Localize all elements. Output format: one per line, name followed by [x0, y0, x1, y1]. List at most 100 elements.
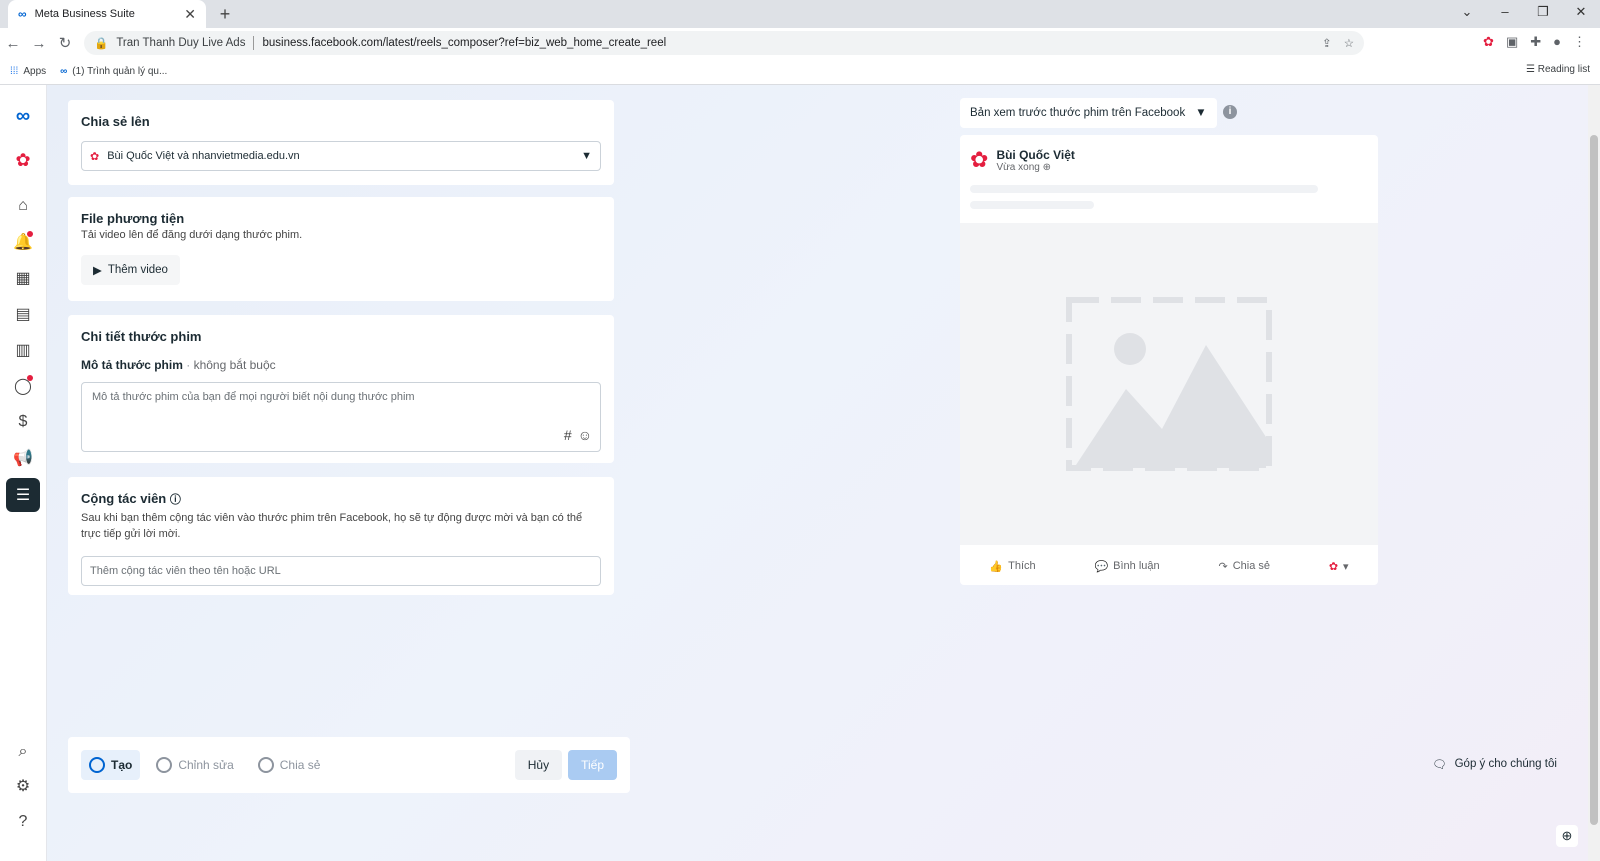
apps-grid-icon: ⁞⁞⁞	[10, 65, 19, 77]
extension-icon[interactable]: ✿	[1483, 34, 1494, 50]
url-text: business.facebook.com/latest/reels_compo…	[262, 37, 667, 49]
lock-icon: 🔒	[94, 38, 109, 50]
reel-details-card: Chi tiết thước phim Mô tả thước phim · k…	[68, 315, 614, 463]
preview-time: Vừa xong ⊕	[996, 161, 1051, 173]
ads-icon[interactable]: 📢	[10, 445, 36, 471]
media-file-card: File phương tiện Tải video lên để đăng d…	[68, 197, 614, 301]
optional-label: không bắt buộc	[193, 358, 276, 372]
profile-icon[interactable]: ●	[1553, 34, 1561, 50]
new-tab-button[interactable]: +	[214, 3, 236, 25]
monetization-icon[interactable]: $	[10, 409, 36, 435]
back-button[interactable]: ←	[0, 35, 26, 52]
page-avatar[interactable]: ✿	[10, 147, 36, 173]
share-arrow-icon: ↷	[1218, 560, 1228, 573]
all-tools-menu-icon[interactable]: ☰	[6, 478, 40, 512]
left-nav-rail: ∞ ✿ ⌂ 🔔 ▦ ▤ ▥ ◯ $ 📢 ☰ ⌕ ⚙ ?	[0, 85, 47, 861]
page-avatar-icon: ✿	[90, 150, 100, 163]
feedback-link[interactable]: 🗨 Góp ý cho chúng tôi	[1432, 757, 1557, 771]
puzzle-icon[interactable]: ✚	[1530, 34, 1541, 50]
reading-list[interactable]: ☰ Reading list	[1526, 64, 1590, 75]
preview-actions: 👍 Thích 💬 Bình luận ↷ Chia sẻ ✿ ▾	[960, 547, 1378, 585]
forward-button[interactable]: →	[26, 35, 52, 52]
browser-toolbar: ← → ↻ 🔒 Tran Thanh Duy Live Ads business…	[0, 28, 1600, 58]
comment-action: 💬 Bình luận	[1094, 560, 1160, 573]
scrollbar-thumb[interactable]	[1590, 135, 1598, 825]
inbox-icon[interactable]: ◯	[10, 373, 36, 399]
share-destination-select[interactable]: ✿ Bùi Quốc Việt và nhanvietmedia.edu.vn …	[81, 141, 601, 171]
reaction-avatar: ✿ ▾	[1328, 560, 1349, 573]
minimize-button[interactable]: –	[1486, 0, 1524, 24]
scrollbar[interactable]	[1588, 85, 1600, 861]
address-bar[interactable]: 🔒 Tran Thanh Duy Live Ads business.faceb…	[84, 31, 1364, 55]
browser-tab-bar: ∞ Meta Business Suite ✕ + ⌄ – ❐ ✕	[0, 0, 1600, 28]
meta-logo-icon: ∞	[60, 65, 68, 77]
media-placeholder	[960, 223, 1378, 545]
cancel-button[interactable]: Hủy	[514, 750, 563, 780]
tab-search-icon[interactable]: ⌄	[1448, 0, 1486, 24]
extension-c-icon[interactable]: ▣	[1506, 34, 1518, 50]
hashtag-icon[interactable]: #	[564, 427, 572, 443]
media-subtitle: Tải video lên để đăng dưới dạng thước ph…	[81, 229, 303, 241]
bookmark-ads-manager[interactable]: ∞ (1) Trình quản lý qu...	[60, 66, 167, 77]
search-icon[interactable]: ⌕	[10, 739, 36, 765]
collab-placeholder: Thêm cộng tác viên theo tên hoặc URL	[90, 565, 281, 577]
radio-icon	[257, 757, 274, 773]
collaborator-card: Cộng tác viên ⓘ Sau khi bạn thêm cộng tá…	[68, 477, 614, 595]
insights-icon[interactable]: ▥	[10, 337, 36, 363]
collaborator-input[interactable]: Thêm cộng tác viên theo tên hoặc URL	[81, 556, 601, 586]
add-video-button[interactable]: ▶ Thêm video	[81, 255, 180, 285]
step-buttons: Hủy Tiếp	[514, 750, 617, 780]
emoji-icon[interactable]: ☺	[578, 427, 592, 443]
facebook-reel-preview: ✿ Bùi Quốc Việt Vừa xong ⊕ 👍 Thích 💬 Bình …	[960, 135, 1378, 585]
collab-title: Cộng tác viên ⓘ	[81, 491, 181, 506]
home-icon[interactable]: ⌂	[10, 193, 36, 219]
bookmark-apps[interactable]: ⁞⁞⁞ Apps	[10, 66, 46, 77]
step-create[interactable]: Tạo	[81, 750, 141, 780]
notifications-icon[interactable]: 🔔	[10, 229, 36, 255]
comment-icon: 💬	[1094, 560, 1109, 573]
window-controls: ⌄ – ❐ ✕	[1448, 0, 1600, 28]
selected-destination: Bùi Quốc Việt và nhanvietmedia.edu.vn	[107, 150, 300, 162]
bookmark-star-icon[interactable]: ☆	[1344, 36, 1354, 50]
settings-gear-icon[interactable]: ⚙	[10, 773, 36, 799]
site-name: Tran Thanh Duy Live Ads	[116, 37, 246, 49]
help-icon[interactable]: ?	[10, 809, 36, 835]
divider	[253, 36, 255, 50]
thumbs-up-icon: 👍	[989, 560, 1004, 573]
planner-icon[interactable]: ▦	[10, 265, 36, 291]
business-suite-app: ∞ ✿ ⌂ 🔔 ▦ ▤ ▥ ◯ $ 📢 ☰ ⌕ ⚙ ? Chia sẻ lên …	[0, 85, 1600, 861]
next-button[interactable]: Tiếp	[568, 750, 617, 780]
skeleton-line	[970, 201, 1094, 209]
info-icon[interactable]: ⓘ	[170, 494, 181, 506]
language-globe-icon[interactable]: ⊕	[1556, 825, 1578, 847]
menu-dots-icon[interactable]: ⋮	[1573, 34, 1586, 50]
step-edit[interactable]: Chỉnh sửa	[148, 750, 241, 780]
video-icon: ▶	[93, 265, 102, 277]
skeleton-line	[970, 185, 1318, 193]
info-icon[interactable]: i	[1223, 105, 1237, 119]
preview-header: ✿ Bùi Quốc Việt Vừa xong ⊕	[960, 135, 1378, 173]
notification-dot	[27, 231, 33, 237]
browser-tab[interactable]: ∞ Meta Business Suite ✕	[8, 0, 206, 28]
radio-icon	[156, 757, 173, 773]
chevron-down-icon: ▼	[581, 150, 592, 162]
preview-page-name: Bùi Quốc Việt	[996, 147, 1075, 162]
details-title: Chi tiết thước phim	[81, 329, 202, 344]
omnibox-actions: ⇪ ☆	[1322, 36, 1354, 50]
posts-icon[interactable]: ▤	[10, 301, 36, 327]
reload-button[interactable]: ↻	[52, 34, 78, 52]
step-share[interactable]: Chia sẻ	[250, 750, 329, 780]
chevron-down-icon: ▼	[1195, 107, 1207, 119]
description-textarea[interactable]: Mô tả thước phim của bạn để mọi người bi…	[81, 382, 601, 452]
close-window-button[interactable]: ✕	[1562, 0, 1600, 24]
description-placeholder: Mô tả thước phim của bạn để mọi người bi…	[92, 391, 415, 403]
share-icon[interactable]: ⇪	[1322, 36, 1332, 50]
meta-logo-icon[interactable]: ∞	[10, 103, 36, 129]
restore-button[interactable]: ❐	[1524, 0, 1562, 24]
media-title: File phương tiện	[81, 211, 185, 226]
meta-logo-icon: ∞	[18, 7, 27, 21]
page-avatar: ✿	[970, 147, 989, 172]
preview-selector[interactable]: Bản xem trước thước phim trên Facebook ▼	[960, 98, 1217, 128]
close-tab-icon[interactable]: ✕	[184, 6, 196, 23]
textarea-tools: # ☺	[564, 427, 592, 443]
